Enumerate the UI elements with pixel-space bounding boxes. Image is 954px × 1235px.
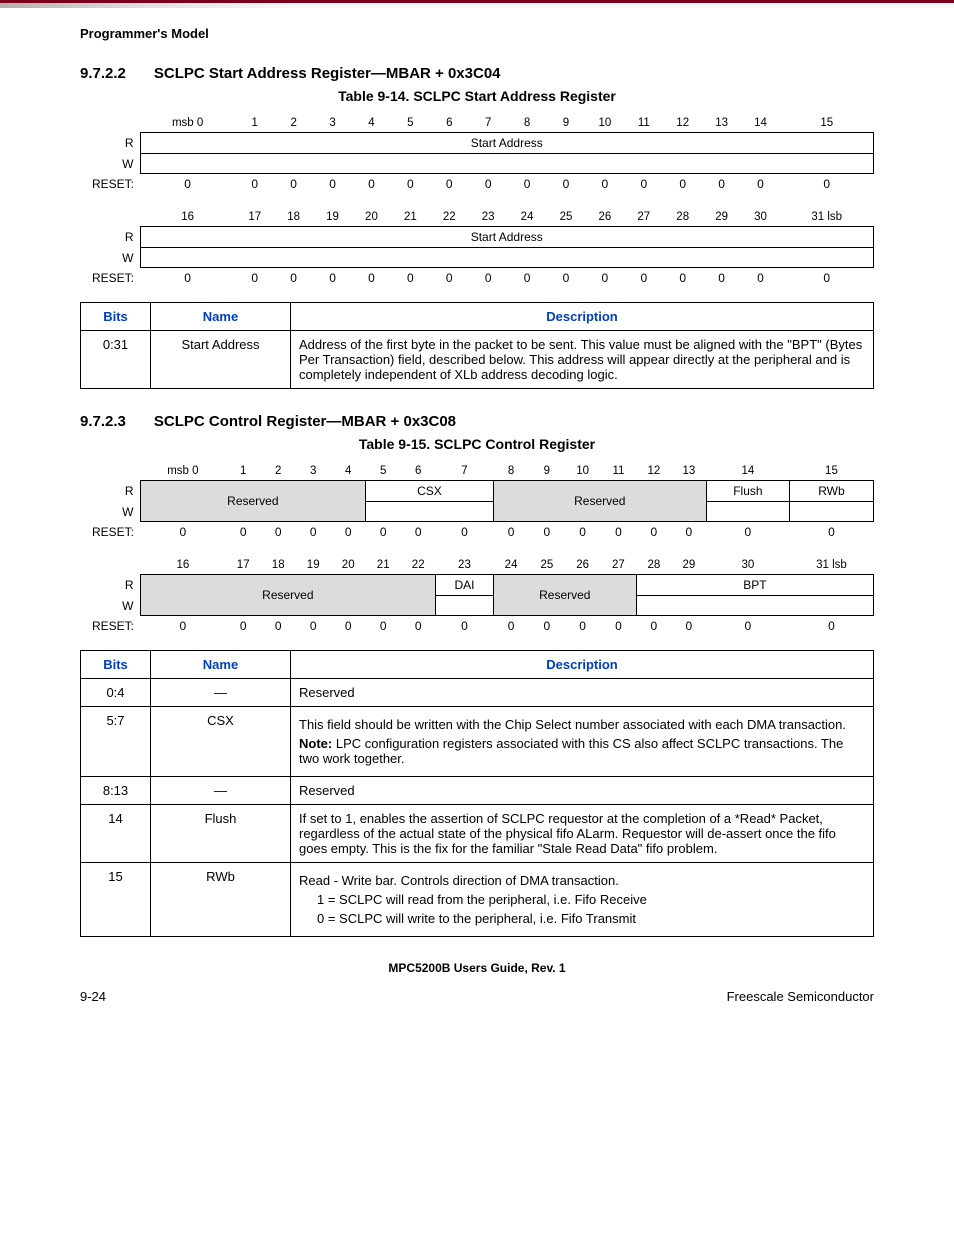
reset-row-lo: RESET: 0000 0000 0000 0000 [80, 616, 874, 637]
reset-row-hi: RESET: 0000 0000 0000 0000 [80, 522, 874, 543]
note-text: LPC configuration registers associated w… [299, 736, 843, 766]
reset-row-hi: RESET: 0000 0000 0000 0000 [80, 174, 874, 195]
desc-text: Read - Write bar. Controls direction of … [299, 873, 865, 888]
th-name: Name [151, 303, 291, 331]
footer-right: Freescale Semiconductor [727, 989, 874, 1004]
table-row: 15 RWb Read - Write bar. Controls direct… [81, 863, 874, 937]
section-title: SCLPC Control Register—MBAR + 0x3C08 [154, 413, 456, 430]
desc-text: This field should be written with the Ch… [299, 717, 865, 732]
table-row: 5:7 CSX This field should be written wit… [81, 707, 874, 777]
bit-numbers-lo: 16171819 20212223 24252627 28293031 lsb [80, 556, 874, 575]
section-title: SCLPC Start Address Register—MBAR + 0x3C… [154, 65, 501, 82]
description-table-2: Bits Name Description 0:4 — Reserved 5:7… [80, 650, 874, 937]
section-heading: 9.7.2.2 SCLPC Start Address Register—MBA… [80, 65, 874, 82]
table-row: 0:4 — Reserved [81, 679, 874, 707]
section-number: 9.7.2.3 [80, 413, 126, 430]
description-table-1: Bits Name Description 0:31 Start Address… [80, 302, 874, 389]
r-row-hi: R Start Address [80, 133, 874, 154]
table-row: 8:13 — Reserved [81, 777, 874, 805]
table-caption: Table 9-14. SCLPC Start Address Register [80, 88, 874, 104]
table-row: 0:31 Start Address Address of the first … [81, 331, 874, 389]
r-row-lo: R Reserved DAI Reserved BPT [80, 575, 874, 596]
running-head: Programmer's Model [80, 26, 874, 41]
bit-numbers-hi: msb 0123 4567 891011 12131415 [80, 114, 874, 133]
desc-line: 1 = SCLPC will read from the peripheral,… [299, 892, 865, 907]
w-row-lo: W [80, 248, 874, 268]
page-number: 9-24 [80, 989, 106, 1004]
page-top-bar [0, 0, 954, 8]
th-name: Name [151, 651, 291, 679]
r-row-lo: R Start Address [80, 227, 874, 248]
bit-numbers-lo: 16171819 20212223 24252627 28293031 lsb [80, 208, 874, 227]
footer-center: MPC5200B Users Guide, Rev. 1 [80, 961, 874, 975]
reset-row-lo: RESET: 0000 0000 0000 0000 [80, 268, 874, 289]
desc-line: 0 = SCLPC will write to the peripheral, … [299, 911, 865, 926]
table-row: 14 Flush If set to 1, enables the assert… [81, 805, 874, 863]
section-number: 9.7.2.2 [80, 65, 126, 82]
table-caption: Table 9-15. SCLPC Control Register [80, 436, 874, 452]
section-heading: 9.7.2.3 SCLPC Control Register—MBAR + 0x… [80, 413, 874, 430]
th-desc: Description [291, 651, 874, 679]
th-bits: Bits [81, 651, 151, 679]
r-row-hi: R Reserved CSX Reserved Flush RWb [80, 481, 874, 502]
note-label: Note: [299, 736, 332, 751]
th-desc: Description [291, 303, 874, 331]
desc-note: Note: LPC configuration registers associ… [299, 736, 865, 766]
w-row-hi: W [80, 154, 874, 174]
bit-numbers-hi: msb 0123 4567 891011 12131415 [80, 462, 874, 481]
th-bits: Bits [81, 303, 151, 331]
bitfield-diagram-1: msb 0123 4567 891011 12131415 R Start Ad… [80, 114, 874, 288]
footer-row: 9-24 Freescale Semiconductor [80, 989, 874, 1024]
bitfield-diagram-2: msb 0123 4567 891011 12131415 R Reserved… [80, 462, 874, 636]
